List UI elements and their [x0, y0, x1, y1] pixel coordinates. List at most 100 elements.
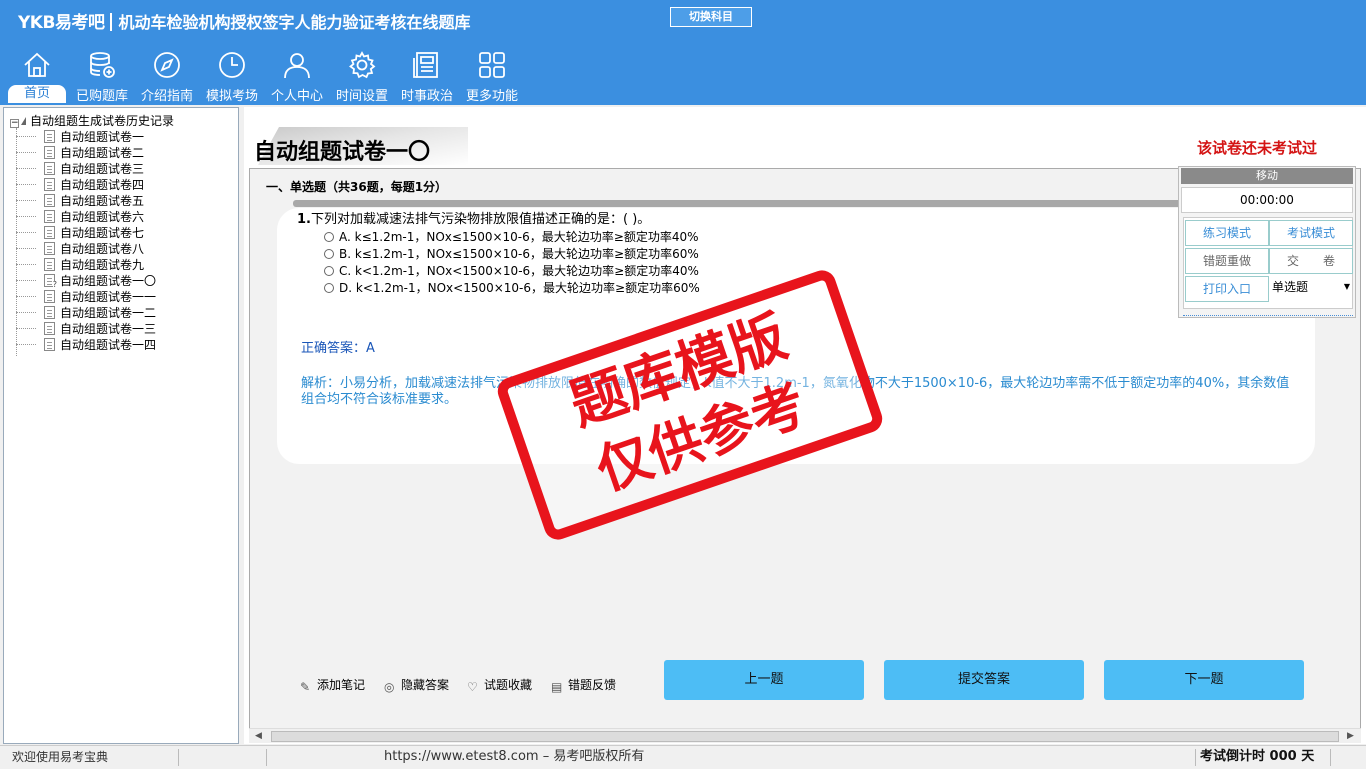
exam-status: 该试卷还未考试过 [1197, 139, 1318, 157]
document-icon [44, 338, 55, 351]
tree-item-label: 自动组题试卷六 [60, 210, 145, 224]
option-d[interactable]: D. k<1.2m-1，NOx<1500×10-6，最大轮边功率≥额定功率60% [324, 279, 700, 296]
tree-item-label: 自动组题试卷四 [60, 178, 145, 192]
tree-item[interactable]: 自动组题试卷一二 [16, 304, 156, 320]
feedback-button[interactable]: ▤ 错题反馈 [551, 676, 616, 694]
welcome-text: 欢迎使用易考宝典 [12, 750, 109, 764]
print-button[interactable]: 打印入口 [1185, 276, 1269, 302]
question-number: 1. [297, 212, 311, 227]
nav-guide-label: 介绍指南 [140, 89, 193, 104]
tree-guide-line [16, 168, 36, 169]
question-type-value: 单选题 [1272, 280, 1309, 294]
tree-item-label: 自动组题试卷一三 [60, 322, 157, 336]
scroll-left-icon[interactable]: ◀ [255, 729, 262, 744]
panel-move-handle[interactable]: 移动 [1181, 168, 1353, 184]
option-d-label: D. k<1.2m-1，NOx<1500×10-6，最大轮边功率≥额定功率60% [339, 281, 700, 295]
feedback-icon: ▤ [551, 680, 563, 694]
radio-a[interactable] [324, 232, 334, 242]
add-note-button[interactable]: ✎ 添加笔记 [300, 676, 365, 694]
option-b-label: B. k≤1.2m-1，NOx≤1500×10-6，最大轮边功率≥额定功率60% [339, 247, 699, 261]
collapse-icon[interactable]: − [10, 119, 19, 128]
tree-item[interactable]: 自动组题试卷一〇 [16, 272, 156, 289]
tree-root[interactable]: − 自动组题生成试卷历史记录 [10, 112, 174, 129]
tree-guide-line [16, 184, 36, 185]
document-icon [44, 146, 55, 159]
tree-item[interactable]: 自动组题试卷五 [16, 192, 144, 208]
hide-answer-button[interactable]: ◎ 隐藏答案 [384, 676, 449, 694]
submit-answer-button[interactable]: 提交答案 [884, 660, 1084, 700]
tree-item-label: 自动组题试卷三 [60, 162, 145, 176]
radio-d[interactable] [324, 283, 334, 293]
next-question-button[interactable]: 下一题 [1104, 660, 1304, 700]
tree-guide-line [16, 248, 36, 249]
hand-in-button[interactable]: 交 卷 [1269, 248, 1353, 274]
exam-timer: 00:00:00 [1181, 187, 1353, 213]
tree-item[interactable]: 自动组题试卷四 [16, 176, 144, 192]
favorite-button[interactable]: ♡ 试题收藏 [467, 676, 532, 694]
brand-divider [110, 13, 113, 31]
tree-item[interactable]: 自动组题试卷三 [16, 160, 144, 176]
nav-current-affairs[interactable]: 时事政治 [396, 48, 458, 104]
nav-mock-exam-label: 模拟考场 [205, 89, 258, 104]
document-icon [44, 130, 55, 143]
option-c[interactable]: C. k<1.2m-1，NOx<1500×10-6，最大轮边功率≥额定功率40% [324, 262, 699, 279]
nav-purchased-label: 已购题库 [75, 89, 128, 104]
news-icon [413, 52, 438, 78]
gear-icon [349, 51, 376, 79]
exam-control-panel: 移动 00:00:00 练习模式 考试模式 错题重做 交 卷 打印入口 单选题 ▼ [1178, 166, 1356, 318]
document-icon [44, 322, 55, 335]
document-icon [44, 274, 57, 289]
exam-countdown: 考试倒计时 000 天 [1200, 749, 1315, 764]
nav-mock-exam[interactable]: 模拟考场 [201, 48, 263, 104]
folder-triangle-icon [21, 117, 26, 125]
panel-buttons: 练习模式 考试模式 错题重做 交 卷 打印入口 单选题 ▼ [1183, 217, 1353, 309]
tree-item[interactable]: 自动组题试卷九 [16, 256, 144, 272]
nav-home[interactable]: 首页 [6, 48, 68, 104]
tree-guide-line [16, 216, 36, 217]
status-divider [266, 749, 267, 766]
option-b[interactable]: B. k≤1.2m-1，NOx≤1500×10-6，最大轮边功率≥额定功率60% [324, 245, 699, 262]
nav-purchased[interactable]: 已购题库 [71, 48, 133, 104]
tree-item[interactable]: 自动组题试卷六 [16, 208, 144, 224]
question-stem: 下列对加载减速法排气污染物排放限值描述正确的是：( )。 [310, 212, 651, 227]
nav-more-label: 更多功能 [465, 89, 518, 104]
panel-resize-handle[interactable] [1183, 310, 1353, 316]
tree-item-label: 自动组题试卷五 [60, 194, 145, 208]
nav-guide[interactable]: 介绍指南 [136, 48, 198, 104]
tree-item[interactable]: 自动组题试卷八 [16, 240, 144, 256]
nav-time-settings[interactable]: 时间设置 [331, 48, 393, 104]
redo-wrong-button[interactable]: 错题重做 [1185, 248, 1269, 274]
scroll-right-icon[interactable]: ▶ [1347, 729, 1354, 744]
prev-question-button[interactable]: 上一题 [664, 660, 864, 700]
practice-mode-button[interactable]: 练习模式 [1185, 220, 1269, 246]
status-bar: 欢迎使用易考宝典 https://www.etest8.com – 易考吧版权所… [0, 745, 1366, 768]
option-a[interactable]: A. k≤1.2m-1，NOx≤1500×10-6，最大轮边功率≥额定功率40% [324, 228, 699, 245]
tree-item-label: 自动组题试卷一 [60, 130, 145, 144]
tree-item[interactable]: 自动组题试卷七 [16, 224, 144, 240]
tree-item-label: 自动组题试卷一四 [60, 338, 157, 352]
tree-guide-line [16, 280, 36, 281]
radio-b[interactable] [324, 249, 334, 259]
tree-item[interactable]: 自动组题试卷一一 [16, 288, 156, 304]
horizontal-scrollbar[interactable]: ◀ ▶ [249, 728, 1361, 743]
exam-mode-button[interactable]: 考试模式 [1269, 220, 1353, 246]
tree-item-label: 自动组题试卷一二 [60, 306, 157, 320]
nav-profile[interactable]: 个人中心 [266, 48, 328, 104]
document-icon [44, 226, 55, 239]
scroll-thumb[interactable] [271, 731, 1339, 742]
nav-profile-label: 个人中心 [270, 89, 323, 104]
tree-item[interactable]: 自动组题试卷一三 [16, 320, 156, 336]
question-type-select[interactable]: 单选题 ▼ [1270, 274, 1354, 300]
tree-guide-line [16, 200, 36, 201]
nav-more[interactable]: 更多功能 [461, 48, 523, 104]
radio-c[interactable] [324, 266, 334, 276]
document-icon [44, 162, 55, 175]
tree-item-label: 自动组题试卷二 [60, 146, 145, 160]
switch-subject-button[interactable]: 切换科目 [670, 7, 752, 27]
tree-item[interactable]: 自动组题试卷二 [16, 144, 144, 160]
nav-time-settings-label: 时间设置 [335, 89, 388, 104]
site-url[interactable]: https://www.etest8.com [384, 749, 539, 764]
tree-item[interactable]: 自动组题试卷一四 [16, 336, 156, 352]
feedback-label: 错题反馈 [568, 678, 617, 692]
tree-item[interactable]: 自动组题试卷一 [16, 128, 144, 144]
